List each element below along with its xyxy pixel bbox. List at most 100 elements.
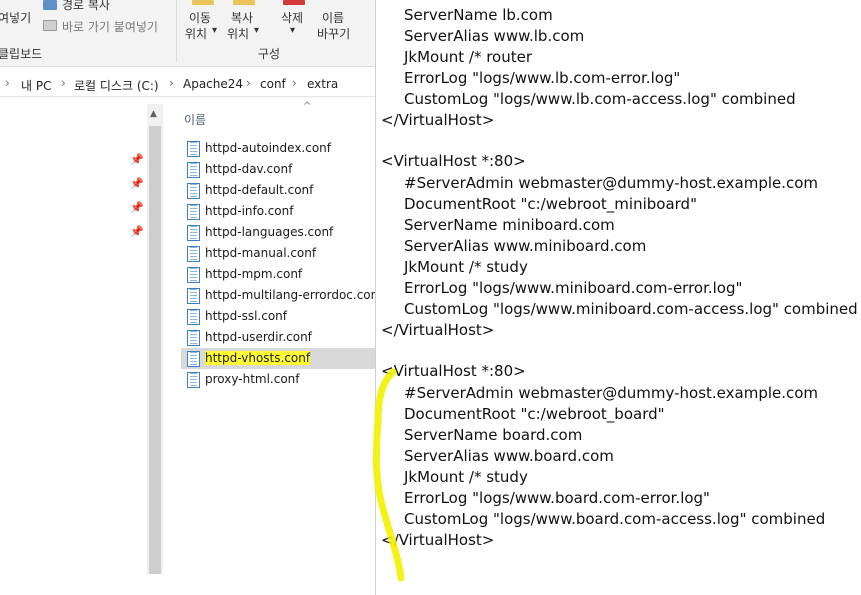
file-name: httpd-autoindex.conf <box>205 141 331 155</box>
delete-dropdown-icon[interactable]: ▾ <box>290 25 295 36</box>
code-line: ServerAlias www.lb.com <box>404 27 585 45</box>
code-line: #ServerAdmin webmaster@dummy-host.exampl… <box>404 174 819 192</box>
pin-icon[interactable]: 📌 <box>130 201 144 214</box>
breadcrumb-item-this-pc[interactable]: 내 PC <box>21 77 51 94</box>
code-line: ErrorLog "logs/www.miniboard.com-error.l… <box>404 279 743 297</box>
file-name: httpd-multilang-errordoc.conf <box>205 288 375 302</box>
conf-file-icon <box>187 309 200 325</box>
code-line: DocumentRoot "c:/webroot_miniboard" <box>404 195 697 213</box>
delete-button[interactable]: 삭제 <box>281 9 303 26</box>
breadcrumb-item-conf[interactable]: conf <box>260 77 286 91</box>
conf-file-icon <box>187 162 200 178</box>
copy-to-dropdown-icon[interactable]: ▾ <box>254 25 259 36</box>
conf-file-icon <box>187 351 200 367</box>
sort-ascending-icon: ^ <box>303 101 312 112</box>
ribbon-separator <box>176 0 177 62</box>
file-name: httpd-info.conf <box>205 204 294 218</box>
code-line: ServerName lb.com <box>404 6 553 24</box>
file-name: httpd-userdir.conf <box>205 330 312 344</box>
copy-path-icon <box>43 0 57 10</box>
code-line: <VirtualHost *:80> <box>381 362 526 380</box>
conf-file-icon <box>187 288 200 304</box>
conf-file-icon <box>187 141 200 157</box>
code-line: CustomLog "logs/www.miniboard.com-access… <box>404 300 858 318</box>
breadcrumb-item-extra[interactable]: extra <box>307 77 338 91</box>
code-line: ErrorLog "logs/www.lb.com-error.log" <box>404 69 681 87</box>
rename-button-line2[interactable]: 바꾸기 <box>317 25 350 42</box>
code-line: CustomLog "logs/www.lb.com-access.log" c… <box>404 90 796 108</box>
list-item[interactable]: httpd-info.conf <box>181 201 375 222</box>
scroll-up-icon[interactable]: ▲ <box>150 109 157 119</box>
pin-icon[interactable]: 📌 <box>130 177 144 190</box>
code-line: </VirtualHost> <box>381 531 495 549</box>
breadcrumb-separator-icon: › <box>61 76 66 90</box>
scrollbar-thumb[interactable] <box>149 126 161 574</box>
breadcrumb-separator-icon: › <box>5 76 10 90</box>
ribbon: 여넣기 경로 복사 바로 가기 붙여넣기 클립보드 이동 위치 ▾ 복사 위치 … <box>0 0 375 67</box>
conf-file-icon <box>187 183 200 199</box>
breadcrumb-separator-icon: › <box>246 76 251 90</box>
file-name: httpd-languages.conf <box>205 225 334 239</box>
move-to-dropdown-icon[interactable]: ▾ <box>212 25 217 36</box>
file-list: 이름 ^ httpd-autoindex.conf httpd-dav.conf… <box>163 101 375 595</box>
copy-to-icon <box>233 0 255 5</box>
list-item[interactable]: httpd-mpm.conf <box>181 264 375 285</box>
breadcrumb-separator-icon: › <box>169 76 174 90</box>
code-line: #ServerAdmin webmaster@dummy-host.exampl… <box>404 384 819 402</box>
list-item[interactable]: httpd-manual.conf <box>181 243 375 264</box>
breadcrumb-separator-icon: › <box>292 76 297 90</box>
delete-icon <box>283 0 305 5</box>
code-line: JkMount /* router <box>404 48 533 66</box>
file-explorer: 여넣기 경로 복사 바로 가기 붙여넣기 클립보드 이동 위치 ▾ 복사 위치 … <box>0 0 375 595</box>
pin-icon[interactable]: 📌 <box>130 225 144 238</box>
breadcrumb[interactable]: › 내 PC › 로컬 디스크 (C:) › Apache24 › conf ›… <box>0 72 375 97</box>
clipboard-group-label: 클립보드 <box>0 47 43 61</box>
conf-file-icon <box>187 204 200 220</box>
file-name: httpd-vhosts.conf <box>205 351 311 365</box>
rename-button-line1[interactable]: 이름 <box>322 9 344 26</box>
code-line: JkMount /* study <box>404 258 528 276</box>
file-name: httpd-ssl.conf <box>205 309 288 323</box>
file-name: httpd-manual.conf <box>205 246 317 260</box>
copy-path-button[interactable]: 경로 복사 <box>62 0 110 13</box>
move-to-button-line2[interactable]: 위치 <box>185 25 207 42</box>
navigation-pane: 📌 📌 📌 📌 <box>0 104 147 595</box>
file-name: httpd-mpm.conf <box>205 267 303 281</box>
conf-file-icon <box>187 225 200 241</box>
list-item[interactable]: proxy-html.conf <box>181 369 375 390</box>
conf-file-icon <box>187 330 200 346</box>
breadcrumb-item-apache24[interactable]: Apache24 <box>183 77 243 91</box>
list-item[interactable]: httpd-userdir.conf <box>181 327 375 348</box>
code-line: </VirtualHost> <box>381 111 495 129</box>
code-line: DocumentRoot "c:/webroot_board" <box>404 405 665 423</box>
file-name: proxy-html.conf <box>205 372 300 386</box>
paste-shortcut-button[interactable]: 바로 가기 붙여넣기 <box>62 18 158 35</box>
text-editor[interactable]: ServerName lb.com ServerAlias www.lb.com… <box>375 0 861 595</box>
file-name: httpd-default.conf <box>205 183 314 197</box>
move-to-icon <box>192 0 214 5</box>
pin-icon[interactable]: 📌 <box>130 153 144 166</box>
list-item[interactable]: httpd-dav.conf <box>181 159 375 180</box>
code-line: ServerName board.com <box>404 426 583 444</box>
organize-group-label: 구성 <box>258 47 281 61</box>
list-item[interactable]: httpd-multilang-errordoc.conf <box>181 285 375 306</box>
code-line: ServerAlias www.board.com <box>404 447 614 465</box>
paste-button[interactable]: 여넣기 <box>0 9 31 26</box>
nav-scrollbar[interactable]: ▲ <box>147 104 163 574</box>
copy-to-button-line2[interactable]: 위치 <box>227 25 249 42</box>
list-item[interactable]: httpd-languages.conf <box>181 222 375 243</box>
list-item[interactable]: httpd-default.conf <box>181 180 375 201</box>
code-line: CustomLog "logs/www.board.com-access.log… <box>404 510 826 528</box>
list-item-selected[interactable]: httpd-vhosts.conf <box>181 348 375 369</box>
code-line: ErrorLog "logs/www.board.com-error.log" <box>404 489 710 507</box>
file-name: httpd-dav.conf <box>205 162 293 176</box>
breadcrumb-item-local-disk[interactable]: 로컬 디스크 (C:) <box>74 77 159 94</box>
column-header-name[interactable]: 이름 <box>184 111 206 128</box>
list-item[interactable]: httpd-ssl.conf <box>181 306 375 327</box>
code-line: ServerName miniboard.com <box>404 216 615 234</box>
code-line: <VirtualHost *:80> <box>381 152 526 170</box>
copy-to-button-line1[interactable]: 복사 <box>231 9 253 26</box>
conf-file-icon <box>187 372 200 388</box>
list-item[interactable]: httpd-autoindex.conf <box>181 138 375 159</box>
move-to-button-line1[interactable]: 이동 <box>189 9 211 26</box>
